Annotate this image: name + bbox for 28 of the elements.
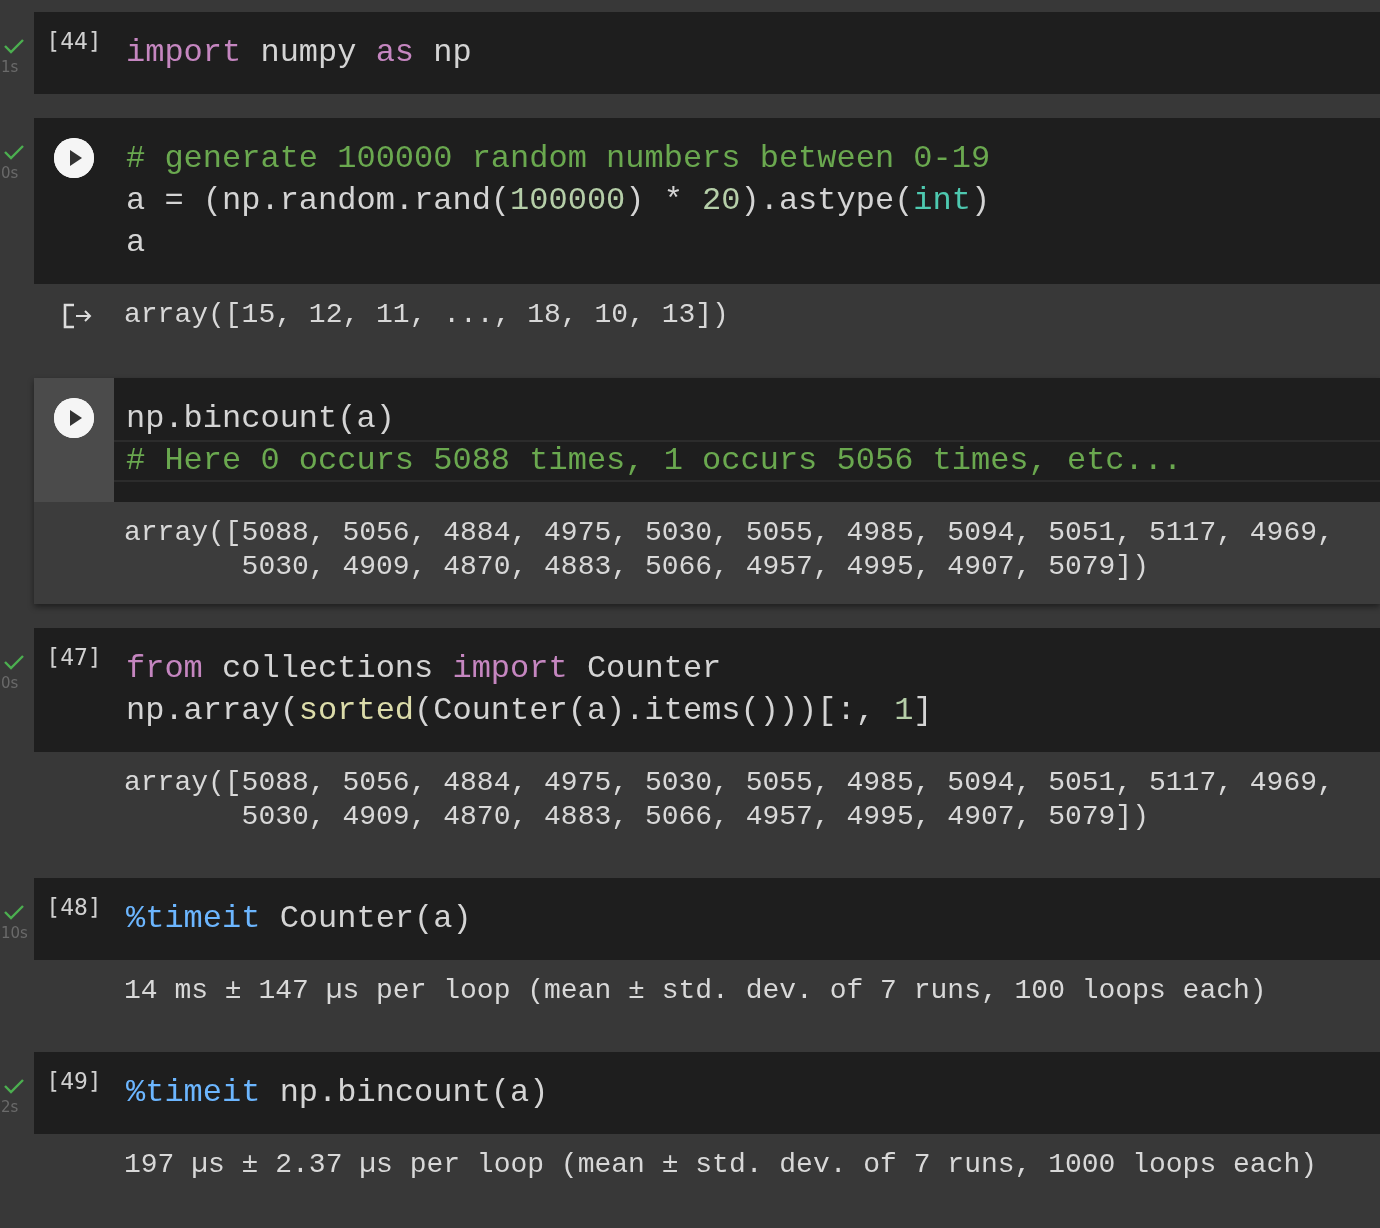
code-line: from collections import Counter xyxy=(126,649,723,689)
code-cell[interactable]: np.bincount(a) # Here 0 occurs 5088 times, 1 occurs 5056 times, etc... xyxy=(34,378,1380,502)
execution-count: [49] xyxy=(46,1068,102,1094)
output-text: array([5088, 5056, 4884, 4975, 5030, 5055, 4985, 5094, 5051, 5117, 4969, 5030, 4909, 4870, 4883, 5066, 4957, 4995, 4907, 5079]) xyxy=(124,516,1334,584)
output-text: 14 ms ± 147 µs per loop (mean ± std. dev. of 7 runs, 100 loops each) xyxy=(124,974,1267,1008)
execution-count: [44] xyxy=(46,28,102,54)
code-line: %timeit np.bincount(a) xyxy=(126,1073,550,1113)
code-cell[interactable]: [47] from collections import Counter np.array(sorted(Counter(a).items()))[:, 1] xyxy=(34,628,1380,752)
output-text: array([15, 12, 11, ..., 18, 10, 13]) xyxy=(124,298,729,332)
run-button[interactable] xyxy=(54,398,94,438)
code-cell[interactable]: [48] %timeit Counter(a) xyxy=(34,878,1380,960)
run-button[interactable] xyxy=(54,138,94,178)
code-cell[interactable]: [49] %timeit np.bincount(a) xyxy=(34,1052,1380,1134)
code-line: %timeit Counter(a) xyxy=(126,899,473,939)
code-cell[interactable]: [44] import numpy as np xyxy=(34,12,1380,94)
code-line: # Here 0 occurs 5088 times, 1 occurs 5056 times, etc... xyxy=(114,440,1380,482)
code-line: np.bincount(a) xyxy=(126,399,396,439)
output-icon[interactable] xyxy=(62,302,94,330)
code-cell[interactable]: # generate 100000 random numbers between 0-19 a = (np.random.rand(100000) * 20).astype(int) a xyxy=(34,118,1380,284)
output-text: 197 µs ± 2.37 µs per loop (mean ± std. dev. of 7 runs, 1000 loops each) xyxy=(124,1148,1317,1182)
code-line: np.array(sorted(Counter(a).items()))[:, 1] xyxy=(126,691,934,731)
execution-count: [48] xyxy=(46,894,102,920)
code-line: a xyxy=(126,223,147,263)
output-text: array([5088, 5056, 4884, 4975, 5030, 5055, 4985, 5094, 5051, 5117, 4969, 5030, 4909, 4870, 4883, 5066, 4957, 4995, 4907, 5079]) xyxy=(124,766,1334,834)
code-line: a = (np.random.rand(100000) * 20).astype(int) xyxy=(126,181,992,221)
execution-count: [47] xyxy=(46,644,102,670)
code-line: import numpy as np xyxy=(126,33,473,73)
code-line: # generate 100000 random numbers between 0-19 xyxy=(126,139,992,179)
